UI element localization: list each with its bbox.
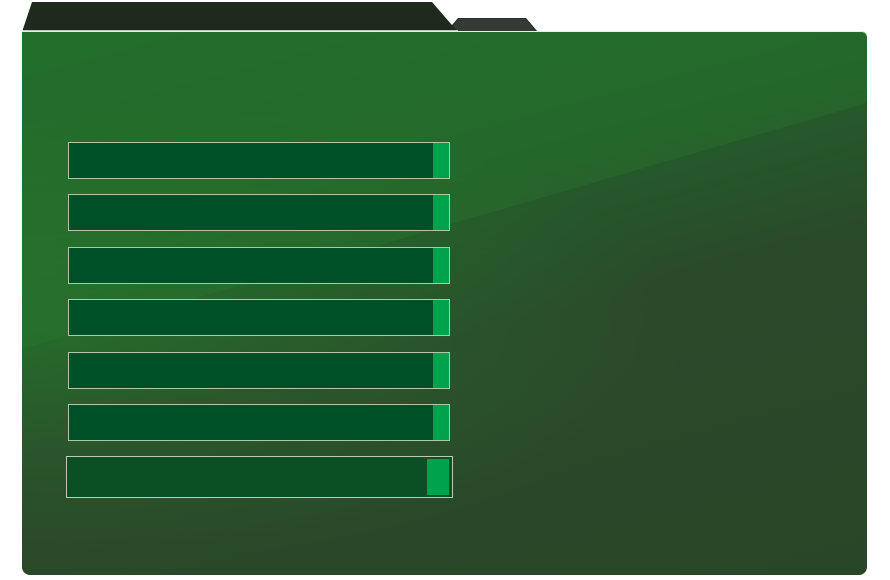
bar-1-indicator [433, 143, 449, 178]
list-bar-3[interactable] [68, 247, 450, 284]
bar-2-indicator [433, 195, 449, 230]
list-bar-7-selected[interactable] [66, 456, 453, 498]
bar-4-indicator [433, 300, 449, 335]
tab-primary[interactable] [22, 0, 462, 32]
folder-window [0, 0, 890, 580]
bar-6-indicator [433, 405, 449, 440]
list-bar-4[interactable] [68, 299, 450, 336]
list-bar-2[interactable] [68, 194, 450, 231]
list-bar-5[interactable] [68, 352, 450, 389]
bar-3-indicator [433, 248, 449, 283]
list-bar-6[interactable] [68, 404, 450, 441]
bar-7-indicator [427, 459, 449, 495]
folder-panel [22, 31, 867, 575]
panel-top-edge [22, 31, 867, 32]
list-bar-1[interactable] [68, 142, 450, 179]
bar-5-indicator [433, 353, 449, 388]
